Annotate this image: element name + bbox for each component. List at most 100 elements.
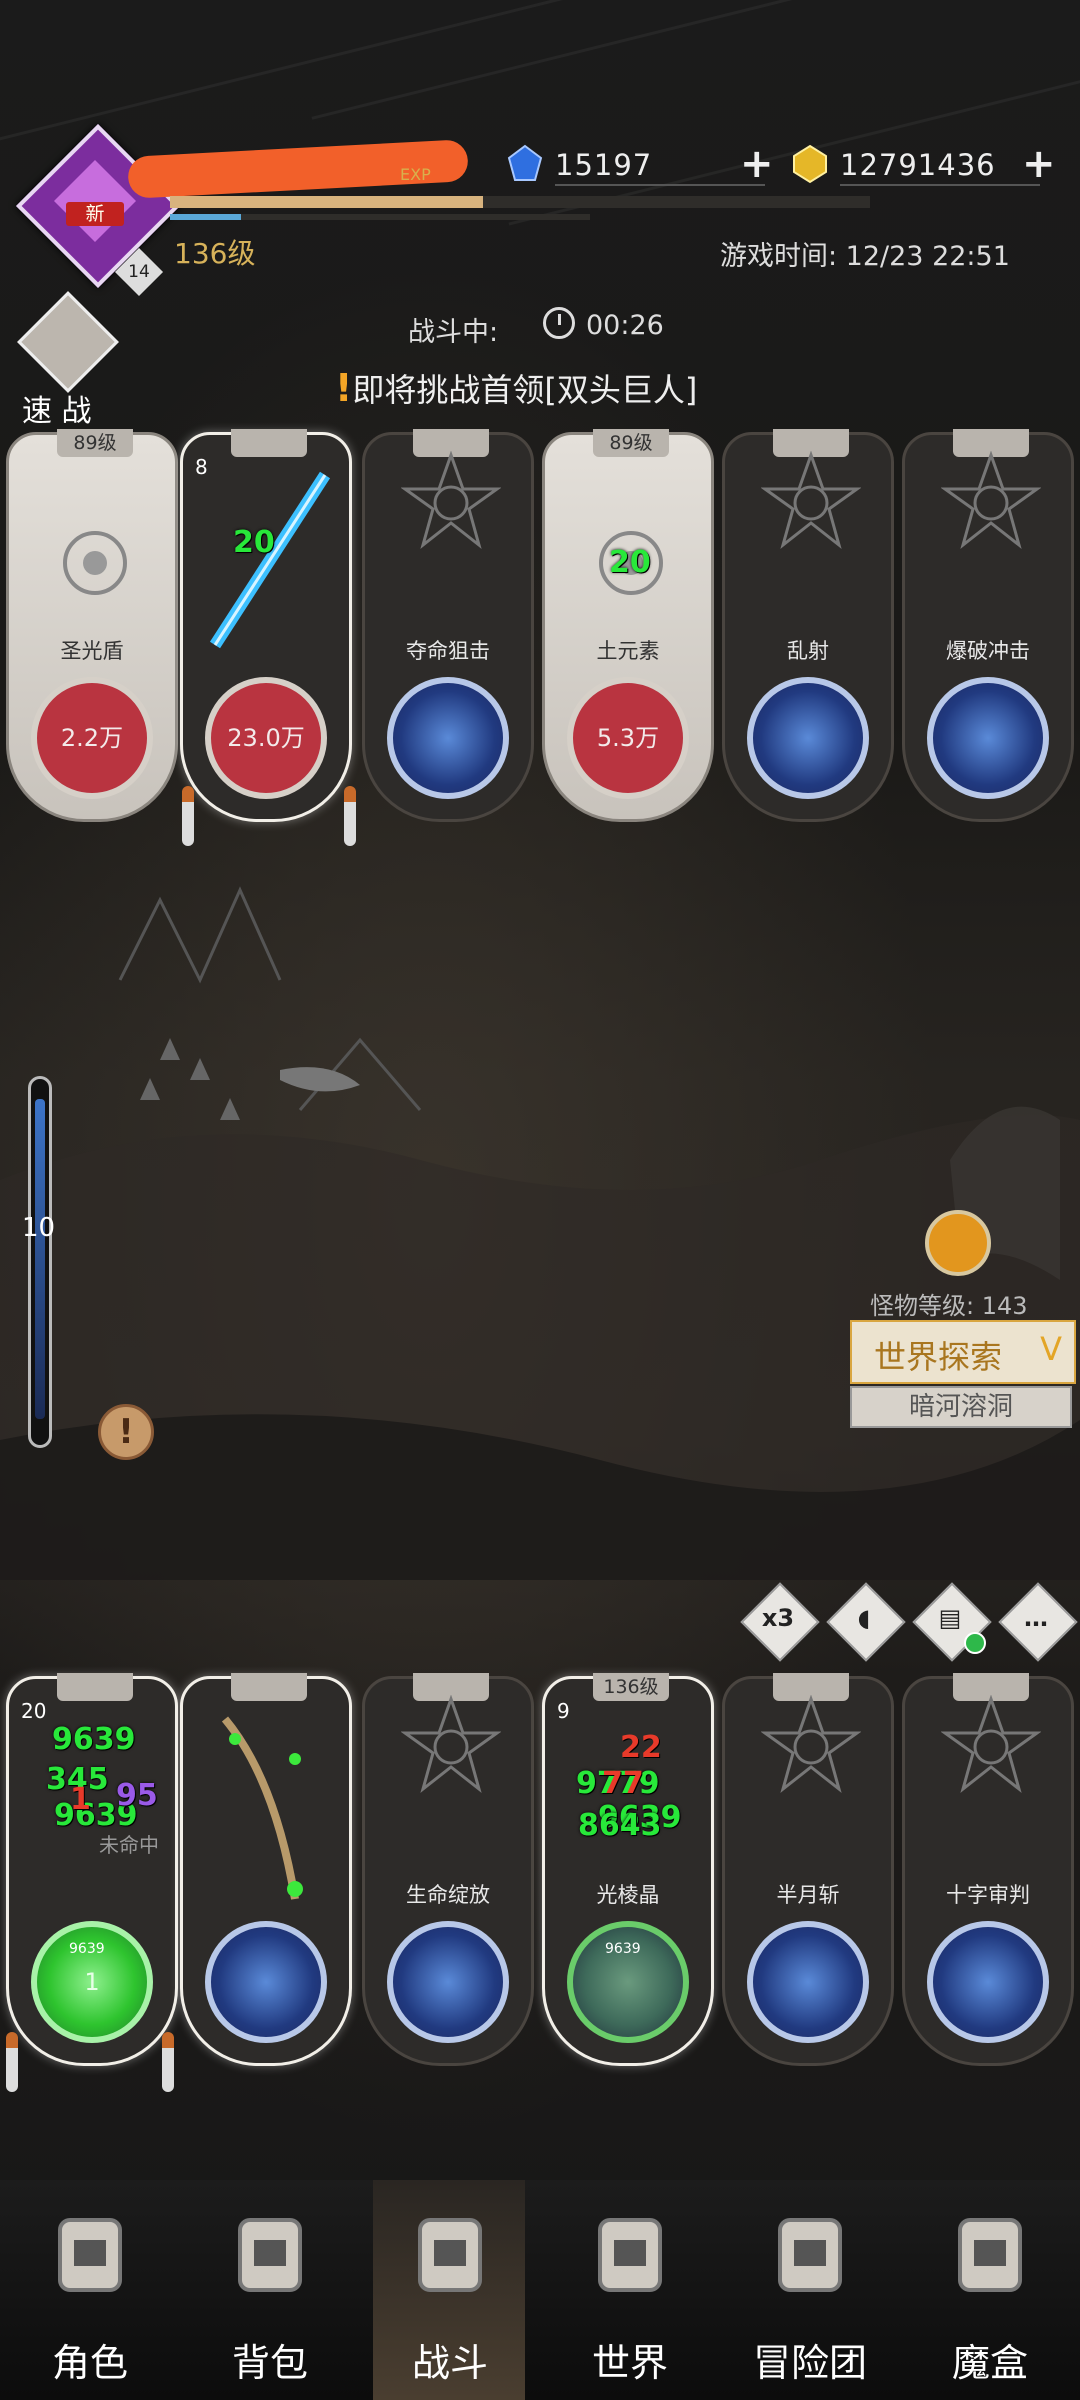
chat-button[interactable]: … <box>996 1580 1078 1662</box>
zoom-value: 10 <box>22 1213 56 1243</box>
damage-number: 20 <box>609 545 651 580</box>
zoom-slider[interactable] <box>28 1076 52 1448</box>
quick-battle-label: 速 战 <box>22 394 92 429</box>
card-emblem-icon <box>401 451 501 550</box>
quick-battle-button[interactable]: 速 战 <box>14 291 119 429</box>
card-emblem-icon <box>401 1695 501 1794</box>
add-gold-button[interactable]: + <box>1022 144 1056 184</box>
alert-icon: ! <box>335 366 353 410</box>
card-hp-orb: 23.0万 <box>205 677 327 799</box>
map-terrain <box>0 886 1080 1580</box>
card-name: 爆破冲击 <box>946 639 1030 663</box>
log-button[interactable]: ▤ <box>910 1580 992 1662</box>
nav-label: 战斗 <box>411 2341 488 2385</box>
diamond-icon <box>507 144 543 181</box>
player-level: 136级 <box>174 237 256 270</box>
world-explore-button[interactable]: 世界探索 V <box>850 1320 1076 1384</box>
card-value: 23.0万 <box>227 724 305 752</box>
floating-damage-number: 95 <box>116 1778 158 1813</box>
target-skill-icon <box>387 677 509 799</box>
enemy-card[interactable]: 89级土元素 5.3万 20 <box>542 429 714 822</box>
notification-dot <box>964 1632 986 1654</box>
bottom-nav: 角色 背包 战斗 世界 冒险团 魔盒 <box>0 2180 1080 2400</box>
tassel-ornament <box>162 2032 174 2092</box>
enemy-card[interactable]: 8 23.0万 20 <box>180 429 352 822</box>
nav-helmet[interactable]: 角色 <box>0 2180 180 2400</box>
diamond-amount: 15197 <box>555 148 653 182</box>
barrage-skill-icon <box>747 677 869 799</box>
enemy-card[interactable]: 夺命狙击 <box>362 429 534 822</box>
floating-heal-number: 8643 <box>578 1808 662 1843</box>
card-level-tag: 89级 <box>593 429 669 457</box>
divider <box>840 184 1040 186</box>
player-card[interactable]: 生命绽放 <box>362 1673 534 2066</box>
player-card[interactable] <box>180 1673 352 2066</box>
card-name: 圣光盾 <box>60 639 124 663</box>
player-card[interactable]: 半月斩 <box>722 1673 894 2066</box>
card-hp-orb: 1 <box>31 1921 153 2043</box>
tassel-ornament <box>182 786 194 846</box>
zoom-slider-fill <box>35 1099 45 1419</box>
shield-swords-icon <box>418 2218 482 2292</box>
floating-damage-number: 1 <box>70 1782 91 1817</box>
card-emblem-icon <box>941 451 1041 550</box>
card-count: 9 <box>557 1699 570 1723</box>
nav-magic-box[interactable]: 魔盒 <box>900 2180 1080 2400</box>
nav-label: 冒险团 <box>752 2341 867 2385</box>
blast-skill-icon <box>927 677 1049 799</box>
event-alert-icon[interactable]: ! <box>98 1404 154 1460</box>
enemy-card[interactable]: 乱射 <box>722 429 894 822</box>
card-value: 5.3万 <box>596 724 660 752</box>
gold-icon <box>793 144 827 184</box>
world-explore-label: 世界探索 <box>874 1338 1003 1376</box>
boss-alert: !即将挑战首领[双头巨人] <box>335 365 697 411</box>
auto-button[interactable]: ◖ <box>824 1580 906 1662</box>
card-name: 乱射 <box>787 639 829 663</box>
card-hp-orb: 2.2万 <box>31 677 153 799</box>
new-badge: 新 <box>66 202 124 226</box>
floating-damage-number: 9639 <box>52 1722 136 1757</box>
card-name: 夺命狙击 <box>406 639 490 663</box>
card-hp-orb <box>567 1921 689 2043</box>
player-card[interactable]: 十字审判 <box>902 1673 1074 2066</box>
card-name: 光棱晶 <box>596 1883 660 1907</box>
holy-shield-art <box>63 531 127 595</box>
enemy-card[interactable]: 89级 圣光盾 2.2万 <box>6 429 178 822</box>
card-count: 8 <box>195 455 208 479</box>
card-name: 半月斩 <box>776 1883 840 1907</box>
nav-map-scroll[interactable]: 世界 <box>540 2180 720 2400</box>
enemy-card[interactable]: 爆破冲击 <box>902 429 1074 822</box>
floating-crit-number: 22 <box>620 1730 662 1765</box>
sword-skill-icon <box>205 1921 327 2043</box>
chat-icon: … <box>1024 1604 1048 1632</box>
nav-label: 世界 <box>591 2341 668 2385</box>
castle-icon <box>778 2218 842 2292</box>
staff-weapon-art <box>221 1716 303 1900</box>
nav-label: 角色 <box>51 2341 128 2385</box>
location-marker-icon[interactable] <box>925 1210 991 1276</box>
sword-icon <box>17 291 119 393</box>
exp-label: EXP <box>400 165 431 184</box>
card-emblem-icon <box>761 1695 861 1794</box>
card-emblem-icon <box>761 451 861 550</box>
floating-crit-number: 77 <box>602 1766 644 1801</box>
miss-text: 未命中 <box>99 1833 159 1857</box>
add-diamond-button[interactable]: + <box>740 144 774 184</box>
speed-button[interactable]: x3 <box>738 1580 820 1662</box>
clock-icon <box>543 307 575 339</box>
backpack-icon <box>238 2218 302 2292</box>
nav-label: 背包 <box>231 2341 308 2385</box>
cross-skill-icon <box>927 1921 1049 2043</box>
gold-currency: 12791436 <box>790 140 1060 192</box>
gold-amount: 12791436 <box>840 148 996 182</box>
card-level-tag <box>57 1673 133 1701</box>
card-level-tag <box>231 429 307 457</box>
location-name[interactable]: 暗河溶洞 <box>850 1386 1072 1428</box>
card-count: 20 <box>21 1699 47 1723</box>
lotus-skill-icon <box>387 1921 509 2043</box>
exp-bar-fill <box>170 196 483 208</box>
nav-backpack[interactable]: 背包 <box>180 2180 360 2400</box>
nav-castle[interactable]: 冒险团 <box>720 2180 900 2400</box>
nav-shield-swords[interactable]: 战斗 <box>360 2180 540 2400</box>
card-name: 土元素 <box>596 639 660 663</box>
